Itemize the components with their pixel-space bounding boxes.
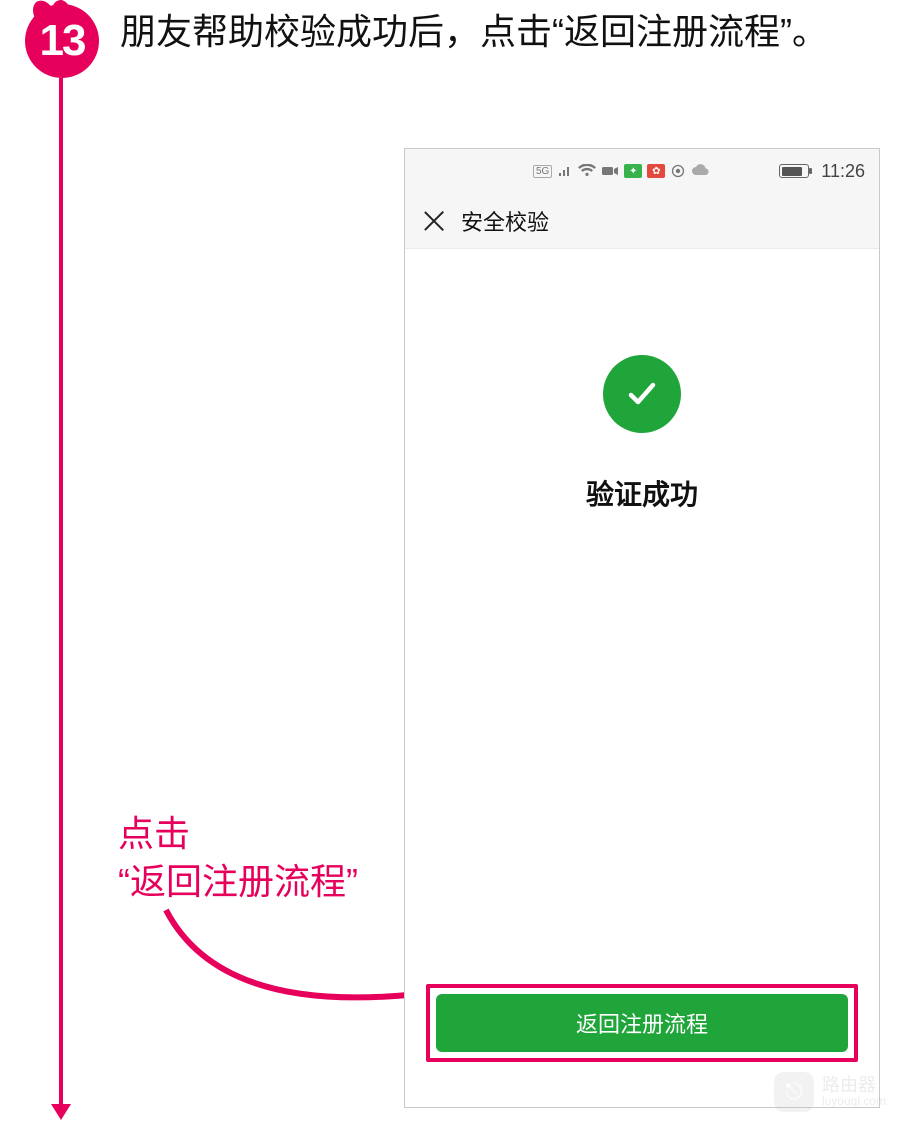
navbar: 安全校验 [405,193,879,249]
wifi-icon [578,164,596,178]
annotation-line1: 点击 [118,810,358,858]
navbar-title: 安全校验 [461,205,549,237]
phone-mockup: 5G ✦ ✿ 11:26 安全校验 [404,148,880,1108]
annotation-text: 点击 “返回注册流程” [118,810,358,906]
watermark-title: 路由器 [822,1076,886,1094]
cloud-icon [691,164,709,178]
step-instruction: 朋友帮助校验成功后，点击“返回注册流程”。 [120,6,870,58]
annotation-line2: “返回注册流程” [118,858,358,906]
status-time: 11:26 [821,161,865,182]
return-registration-button[interactable]: 返回注册流程 [436,994,848,1052]
battery-icon [779,164,809,178]
step-number: 13 [40,16,85,66]
content-area: 验证成功 返回注册流程 [405,249,879,1107]
network-5g-label: 5G [533,165,552,178]
close-icon[interactable] [423,210,445,232]
primary-button-label: 返回注册流程 [576,1007,708,1039]
success-check-icon [603,355,681,433]
status-bar: 5G ✦ ✿ 11:26 [405,149,879,193]
highlight-frame: 返回注册流程 [426,984,858,1062]
signal-icon [557,164,573,178]
status-icons: 5G ✦ ✿ [533,164,709,178]
success-title: 验证成功 [405,473,879,513]
watermark-sub: luyouqi.com [822,1094,886,1108]
app-badge-green-icon: ✦ [624,164,642,178]
eye-icon [670,164,686,178]
watermark-icon: ⎋ [774,1072,814,1112]
app-badge-red-icon: ✿ [647,164,665,178]
step-badge: 13 [25,4,99,78]
camera-icon [601,164,619,178]
watermark: ⎋ 路由器 luyouqi.com [774,1072,886,1112]
timeline-line [59,78,63,1106]
